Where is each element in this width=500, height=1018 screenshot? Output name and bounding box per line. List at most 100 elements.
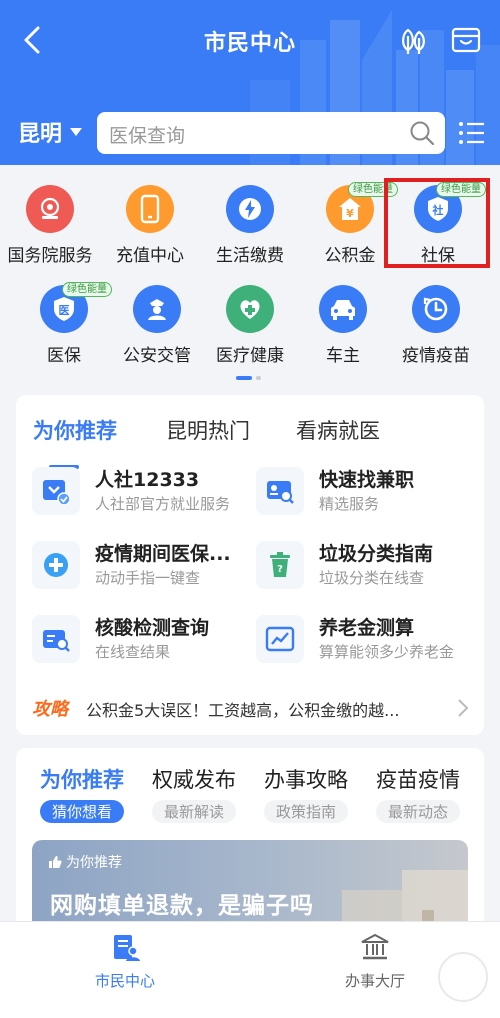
state-council-icon	[26, 185, 74, 233]
test-search-icon	[32, 615, 80, 663]
card-wallet-button[interactable]	[448, 22, 484, 58]
service-label: 医疗健康	[216, 346, 284, 366]
car-icon	[319, 285, 367, 333]
service-state-council[interactable]: 国务院服务	[0, 165, 100, 266]
list-item-garbage-sorting[interactable]: ? 垃圾分类指南 垃圾分类在线查	[256, 537, 480, 597]
search-placeholder: 医保查询	[109, 125, 186, 147]
green-energy-tree-button[interactable]	[396, 22, 432, 58]
item-title: 疫情期间医保...	[95, 543, 231, 565]
nav-citizen-center[interactable]: 市民中心	[65, 932, 185, 991]
item-subtitle: 垃圾分类在线查	[319, 569, 425, 587]
item-subtitle: 动动手指一键查	[95, 569, 201, 587]
item-subtitle: 算算能领多少养老金	[319, 643, 455, 661]
feed-tab-sub: 政策指南	[263, 800, 348, 823]
download-check-icon	[32, 467, 80, 515]
item-title: 人社12333	[95, 469, 200, 491]
svg-text:医: 医	[59, 304, 70, 317]
service-label: 医保	[47, 346, 81, 366]
strategy-text: 公积金5大误区！工资越高，公积金缴的越...	[86, 701, 400, 720]
government-building-icon	[361, 933, 389, 960]
service-label: 充值中心	[116, 246, 184, 266]
tree-icon	[402, 28, 425, 54]
feature-title: 网购填单退款，是骗子吗	[50, 893, 314, 919]
trash-bin-icon: ?	[256, 541, 304, 589]
recommend-card: 为你推荐 昆明热门 看病就医 人社12333 人社部官方就业服务 快速找兼职 精…	[16, 395, 484, 735]
feed-tab-label: 为你推荐	[40, 768, 124, 792]
header: 市民中心 昆明 医保查询	[0, 0, 500, 165]
feed-tab-vaccine[interactable]: 疫苗疫情 最新动态	[362, 764, 474, 823]
list-menu-icon[interactable]	[458, 120, 486, 146]
bottom-nav: 市民中心 办事大厅	[0, 921, 500, 1018]
svg-text:¥: ¥	[346, 207, 354, 220]
search-icon[interactable]	[409, 120, 435, 146]
feed-tab-recommend[interactable]: 为你推荐 猜你想看	[26, 764, 138, 823]
strategy-tag: 攻略	[32, 699, 68, 720]
nav-label: 办事大厅	[344, 972, 405, 990]
city-selector[interactable]: 昆明	[18, 116, 83, 148]
tab-recommend[interactable]: 为你推荐	[33, 415, 117, 445]
service-medical-health[interactable]: 医疗健康	[200, 265, 300, 366]
service-label: 国务院服务	[7, 246, 93, 266]
tab-see-doctor[interactable]: 看病就医	[296, 415, 380, 445]
clock-icon	[412, 285, 460, 333]
list-item-pension-calc[interactable]: 养老金测算 算算能领多少养老金	[256, 611, 480, 671]
search-input[interactable]: 医保查询	[97, 112, 445, 154]
service-label: 公安交管	[123, 346, 191, 366]
service-label: 疫情疫苗	[402, 346, 470, 366]
svg-text:?: ?	[277, 564, 283, 575]
feed-tab-label: 办事攻略	[264, 768, 348, 792]
feed-tab-guide[interactable]: 办事攻略 政策指南	[250, 764, 362, 823]
chevron-right-icon	[458, 699, 469, 717]
plus-circle-icon	[32, 541, 80, 589]
watermark-seal	[438, 952, 488, 1002]
line-chart-icon	[256, 615, 304, 663]
service-label: 生活缴费	[216, 246, 284, 266]
page-dot	[256, 376, 261, 380]
highlight-box	[384, 178, 490, 268]
service-epidemic-vaccine[interactable]: 疫情疫苗	[386, 265, 486, 366]
list-item-epidemic-insurance[interactable]: 疫情期间医保... 动动手指一键查	[32, 537, 256, 597]
item-subtitle: 人社部官方就业服务	[95, 495, 231, 513]
feature-tag-label: 为你推荐	[66, 855, 122, 871]
city-name: 昆明	[18, 122, 63, 147]
item-title: 快速找兼职	[319, 469, 415, 491]
service-label: 车主	[326, 346, 360, 366]
nav-service-hall[interactable]: 办事大厅	[315, 932, 435, 991]
feature-tag: 为你推荐	[48, 852, 122, 872]
item-title: 核酸检测查询	[95, 617, 210, 639]
list-item-hr12333[interactable]: 人社12333 人社部官方就业服务	[32, 463, 256, 523]
lightning-icon	[226, 185, 274, 233]
feed-tab-sub: 最新动态	[375, 800, 460, 823]
service-car-owner[interactable]: 车主	[293, 265, 393, 366]
feed-tab-label: 权威发布	[152, 768, 236, 792]
list-item-part-time-job[interactable]: 快速找兼职 精选服务	[256, 463, 480, 523]
green-energy-badge: 绿色能量	[62, 282, 112, 297]
feed-tab-sub: 猜你想看	[39, 800, 124, 823]
phone-recharge-icon	[126, 185, 174, 233]
feed-tab-sub: 最新解读	[151, 800, 236, 823]
service-medical-insurance[interactable]: 医 绿色能量 医保	[14, 265, 114, 366]
item-subtitle: 在线查结果	[95, 643, 171, 661]
wallet-icon	[451, 27, 481, 53]
service-utility-payment[interactable]: 生活缴费	[200, 165, 300, 266]
citizen-card-icon	[114, 935, 140, 961]
service-recharge[interactable]: 充值中心	[100, 165, 200, 266]
id-card-search-icon	[256, 467, 304, 515]
feed-tab-official[interactable]: 权威发布 最新解读	[138, 764, 250, 823]
feature-article[interactable]: 为你推荐 网购填单退款，是骗子吗	[32, 840, 468, 928]
police-icon	[133, 285, 181, 333]
tab-kunming-hot[interactable]: 昆明热门	[166, 415, 250, 445]
service-police-traffic[interactable]: 公安交管	[107, 265, 207, 366]
boxes-illustration	[342, 870, 468, 928]
feed-card: 为你推荐 猜你想看 权威发布 最新解读 办事攻略 政策指南 疫苗疫情 最新动态 …	[16, 748, 484, 928]
caret-down-icon	[70, 128, 83, 136]
feed-tab-label: 疫苗疫情	[376, 768, 460, 792]
recommend-tabs: 为你推荐 昆明热门 看病就医	[16, 413, 484, 469]
nav-label: 市民中心	[94, 972, 155, 990]
list-item-nucleic-test[interactable]: 核酸检测查询 在线查结果	[32, 611, 256, 671]
strategy-tip[interactable]: 攻略 公积金5大误区！工资越高，公积金缴的越...	[16, 691, 484, 727]
page-indicator	[236, 376, 261, 380]
item-title: 养老金测算	[319, 617, 415, 639]
item-title: 垃圾分类指南	[319, 543, 434, 565]
item-subtitle: 精选服务	[319, 495, 380, 513]
